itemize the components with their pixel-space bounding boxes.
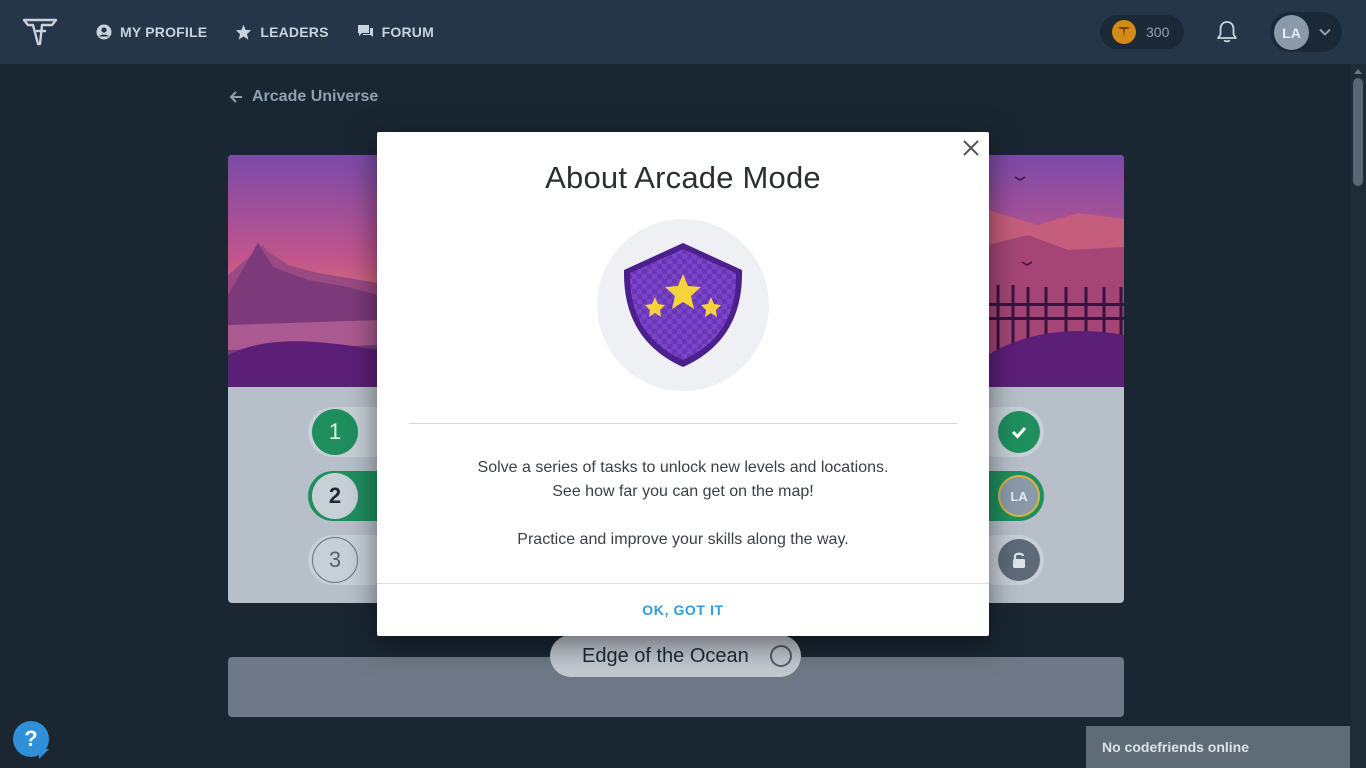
breadcrumb-label: Arcade Universe [252, 88, 379, 105]
page-scrollbar[interactable] [1350, 64, 1366, 768]
friends-panel[interactable]: No codefriends online [1086, 726, 1350, 768]
shield-stars-icon [623, 243, 743, 367]
top-navigation: MY PROFILE LEADERS FORUM 300 LA [0, 0, 1366, 64]
scroll-up-arrow-icon[interactable] [1354, 69, 1362, 74]
nav-my-profile[interactable]: MY PROFILE [96, 24, 207, 40]
nav-leaders[interactable]: LEADERS [235, 24, 328, 40]
user-menu[interactable]: LA [1270, 12, 1342, 52]
arrow-left-icon [229, 91, 242, 103]
bell-icon[interactable] [1214, 19, 1240, 45]
ok-got-it-button[interactable]: OK, GOT IT [642, 602, 723, 618]
modal-footer: OK, GOT IT [377, 583, 989, 636]
modal-title: About Arcade Mode [545, 160, 821, 195]
nav-forum[interactable]: FORUM [357, 24, 434, 40]
checkmark-icon [998, 411, 1040, 453]
chevron-down-icon [1319, 28, 1331, 36]
level-number: 2 [312, 473, 358, 519]
modal-text-line: See how far you can get on the map! [552, 483, 814, 500]
location-pill-edge-of-the-ocean[interactable]: Edge of the Ocean [550, 635, 801, 677]
avatar: LA [1274, 15, 1309, 50]
coin-count: 300 [1146, 24, 1170, 40]
nav-my-profile-label: MY PROFILE [120, 24, 208, 40]
friends-status: No codefriends online [1102, 739, 1250, 755]
help-button[interactable]: ? [13, 721, 49, 759]
main-nav: MY PROFILE LEADERS FORUM [96, 0, 462, 64]
nav-leaders-label: LEADERS [260, 24, 329, 40]
location-name: Edge of the Ocean [582, 644, 749, 667]
level-number: 1 [312, 409, 358, 455]
level-number: 3 [312, 537, 358, 583]
about-arcade-modal: About Arcade Mode Solve a series of task… [377, 132, 989, 636]
coins-balance[interactable]: 300 [1100, 15, 1184, 49]
modal-text-line: Solve a series of tasks to unlock new le… [477, 459, 889, 476]
coin-icon [1112, 20, 1136, 44]
close-icon[interactable] [961, 138, 981, 158]
help-label: ? [24, 726, 38, 751]
chat-icon [357, 25, 373, 37]
scroll-thumb[interactable] [1353, 78, 1363, 186]
avatar: LA [998, 475, 1040, 517]
codesignal-logo-icon[interactable] [22, 16, 58, 48]
lock-icon [998, 539, 1040, 581]
modal-divider [409, 423, 957, 424]
nav-forum-label: FORUM [381, 24, 434, 40]
status-circle-icon [770, 645, 792, 667]
star-icon [236, 24, 252, 40]
user-circle-icon [96, 24, 112, 40]
arcade-badge [597, 219, 769, 391]
modal-text-line: Practice and improve your skills along t… [517, 531, 849, 548]
breadcrumb[interactable]: Arcade Universe [228, 88, 378, 106]
